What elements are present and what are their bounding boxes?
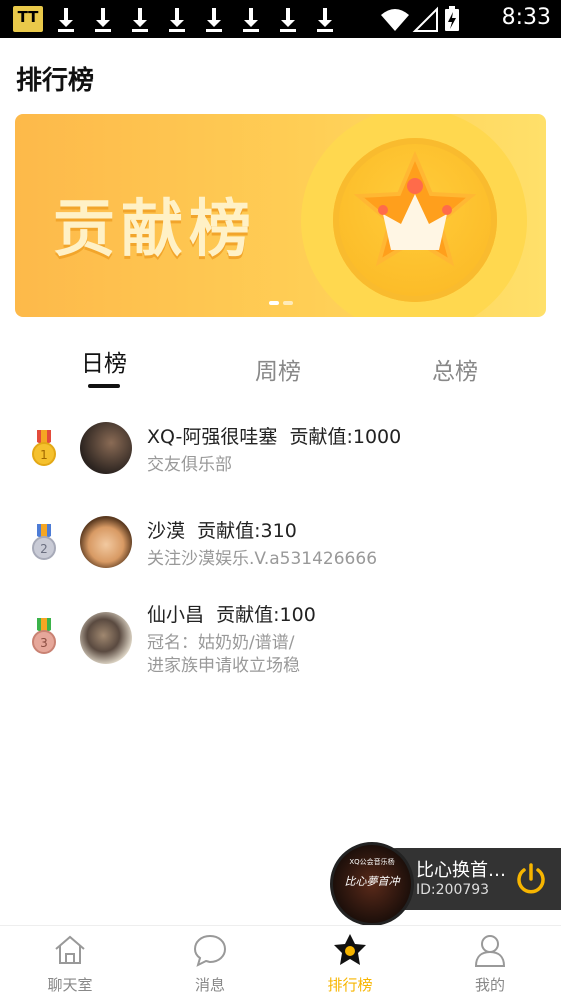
gold-medal-icon: 1 [32,430,56,466]
download-icon [58,8,74,32]
signal-icon [412,6,438,32]
rank-desc: 交友俱乐部 [147,455,232,475]
ranking-icon [334,934,366,965]
user-icon [474,935,506,967]
crown-star-icon [353,150,477,267]
rank-desc: 关注沙漠娱乐.V.a531426666 [147,549,378,569]
ranking-row[interactable]: 1 XQ-阿强很哇塞 贡献值:1000 交友俱乐部 [0,420,561,490]
svg-text:1: 1 [40,448,48,462]
bronze-medal-icon: 3 [32,618,56,654]
ranking-row[interactable]: 3 仙小昌 贡献值:100 冠名：姑奶奶/谱谱/ 进家族申请收立场稳 [0,598,561,688]
carousel-dot[interactable] [269,301,279,305]
status-time: 8:33 [501,5,551,30]
carousel-indicator [267,290,295,309]
avatar[interactable] [80,516,132,568]
download-icon [169,8,185,32]
rank-desc: 冠名：姑奶奶/谱谱/ [147,633,295,653]
nav-label: 排行榜 [327,976,373,994]
nav-label: 消息 [194,976,225,994]
tab-daily[interactable]: 日榜 [81,344,127,378]
download-icon [132,8,148,32]
battery-icon [445,6,459,31]
download-icon [317,8,333,32]
svg-text:3: 3 [40,636,48,650]
message-icon [193,934,227,967]
banner-carousel[interactable]: 贡献榜 [15,114,546,317]
tab-total[interactable]: 总榜 [432,352,478,386]
carousel-dot[interactable] [283,301,293,305]
nav-messages[interactable]: 消息 [140,926,280,1000]
rank-desc: 进家族申请收立场稳 [147,656,300,676]
avatar[interactable] [80,422,132,474]
nav-profile[interactable]: 我的 [420,926,560,1000]
page-title: 排行榜 [16,66,95,96]
status-icons [379,5,479,37]
cover-caption: XQ公会音乐杨 [349,858,395,866]
download-icon [95,8,111,32]
svg-text:2: 2 [40,542,48,556]
power-icon[interactable] [514,862,548,896]
status-bar: TT 8:33 [0,0,561,38]
download-icon [243,8,259,32]
active-tab-underline [88,384,120,388]
app-notification-icon: TT [13,6,43,32]
player-cover[interactable]: XQ公会音乐杨 比心夢首冲 [330,842,414,926]
player-room-id: ID:200793 [416,882,490,898]
rank-name: 沙漠 贡献值:310 [147,520,297,542]
ranking-tabs: 日榜 周榜 总榜 [0,338,561,394]
avatar[interactable] [80,612,132,664]
player-title: 比心换首… [416,860,506,881]
nav-label: 我的 [474,976,505,994]
banner-title: 贡献榜 [53,192,258,265]
music-player[interactable]: XQ公会音乐杨 比心夢首冲 比心换首… ID:200793 [330,842,561,926]
tab-weekly[interactable]: 周榜 [255,352,301,386]
rank-name: XQ-阿强很哇塞 贡献值:1000 [147,426,402,448]
ranking-row[interactable]: 2 沙漠 贡献值:310 关注沙漠娱乐.V.a531426666 [0,514,561,584]
home-icon [55,935,85,964]
silver-medal-icon: 2 [32,524,56,560]
rank-name: 仙小昌 贡献值:100 [147,604,316,626]
bottom-nav: 聊天室 消息 排行榜 我的 [0,925,561,1000]
cover-title: 比心夢首冲 [344,875,400,888]
wifi-icon [381,9,409,31]
nav-chatroom[interactable]: 聊天室 [0,926,140,1000]
nav-label: 聊天室 [47,976,93,994]
nav-ranking[interactable]: 排行榜 [280,926,420,1000]
download-icon [280,8,296,32]
download-icon [206,8,222,32]
